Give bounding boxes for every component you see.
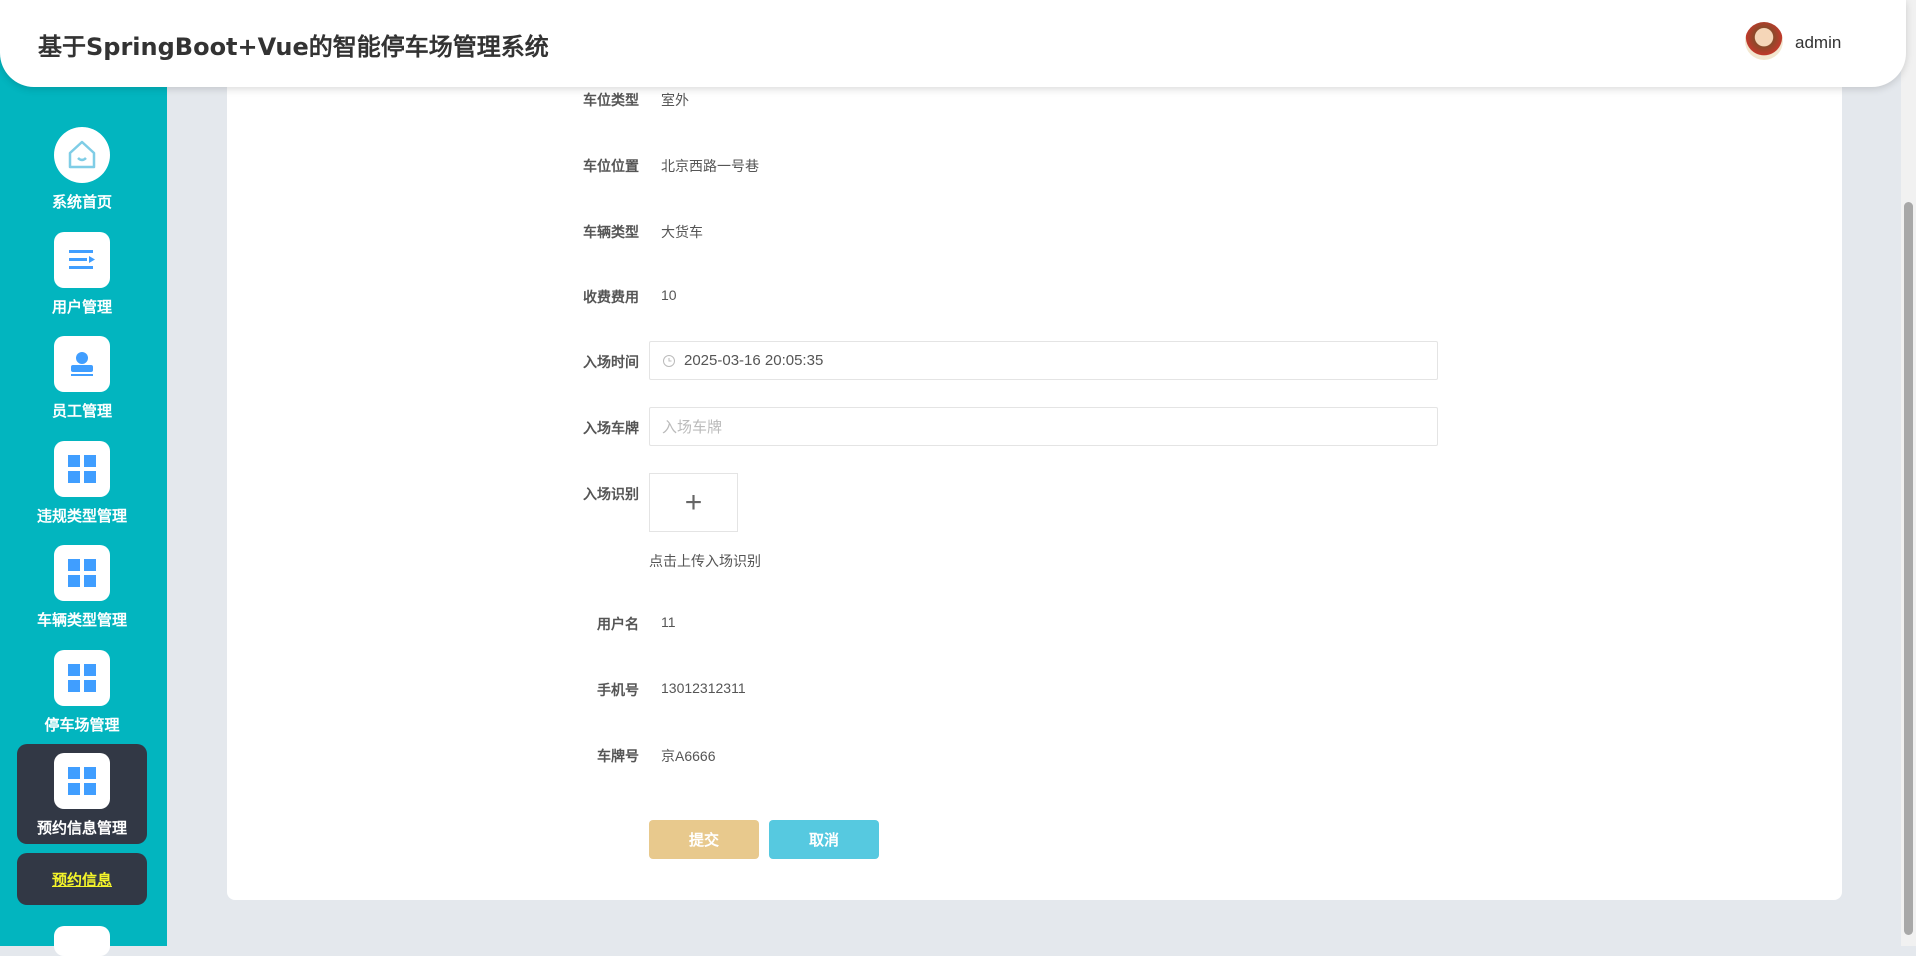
plus-icon: + (684, 485, 703, 519)
home-icon (54, 127, 110, 183)
user-icon (54, 336, 110, 392)
field-value: 室外 (661, 92, 689, 108)
grid-icon (54, 441, 110, 497)
submit-button[interactable]: 提交 (649, 820, 759, 859)
sidebar-item-label: 违规类型管理 (36, 508, 127, 525)
sidebar-item-staff[interactable]: 员工管理 (17, 327, 147, 427)
scrollbar-thumb[interactable] (1904, 202, 1913, 935)
sidebar-item-label: 车辆类型管理 (36, 612, 127, 629)
entry-time-input[interactable]: 2025-03-16 20:05:35 (649, 341, 1438, 380)
field-value: 北京西路一号巷 (661, 158, 759, 174)
cancel-button[interactable]: 取消 (769, 820, 879, 859)
field-label: 入场时间 (583, 354, 639, 370)
sidebar-item-label: 停车场管理 (44, 717, 120, 734)
sidebar-item-parking-lots[interactable]: 停车场管理 (17, 641, 147, 741)
list-icon (54, 232, 110, 288)
sidebar-item-reservations[interactable]: 预约信息管理 (17, 744, 147, 844)
sidebar: 系统首页 用户管理 员工管理 违规类型管理 车辆类型管理 停车场管理 预约信息管… (0, 0, 167, 956)
field-label: 车辆类型 (583, 224, 639, 240)
field-value: 13012312311 (661, 680, 746, 696)
grid-icon (54, 753, 110, 809)
grid-icon (54, 545, 110, 601)
app-title: 基于SpringBoot+Vue的智能停车场管理系统 (38, 33, 549, 61)
sidebar-item-label: 预约信息管理 (36, 820, 127, 837)
field-label: 车牌号 (597, 748, 639, 764)
field-label: 入场识别 (583, 486, 639, 502)
top-header: 基于SpringBoot+Vue的智能停车场管理系统 admin (0, 0, 1906, 87)
upload-button[interactable]: + (649, 473, 738, 532)
submenu-item-reservation-info[interactable]: 预约信息 (17, 853, 147, 905)
sidebar-item-vehicle-types[interactable]: 车辆类型管理 (17, 536, 147, 636)
sidebar-item-violation-types[interactable]: 违规类型管理 (17, 432, 147, 532)
field-label: 车位位置 (583, 158, 639, 174)
form-card: 车位类型 室外 车位位置 北京西路一号巷 车辆类型 大货车 收费费用 10 入场时间 2… (227, 60, 1842, 900)
entry-plate-input[interactable]: 入场车牌 (649, 407, 1438, 446)
field-value: 11 (661, 614, 676, 630)
clock-icon (663, 354, 675, 367)
scrollbar[interactable] (1901, 0, 1916, 946)
sidebar-item-label: 用户管理 (51, 299, 112, 316)
entry-time-value: 2025-03-16 20:05:35 (684, 352, 824, 369)
field-value: 大货车 (661, 224, 703, 240)
field-label: 用户名 (597, 616, 639, 632)
grid-icon (54, 650, 110, 706)
field-label: 入场车牌 (583, 420, 639, 436)
upload-hint: 点击上传入场识别 (649, 553, 761, 569)
field-label: 手机号 (597, 682, 639, 698)
sidebar-item-home[interactable]: 系统首页 (17, 118, 147, 218)
field-value: 京A6666 (661, 748, 716, 764)
field-value: 10 (661, 287, 677, 303)
username[interactable]: admin (1795, 33, 1841, 53)
placeholder: 入场车牌 (662, 419, 723, 436)
field-label: 收费费用 (583, 289, 639, 305)
submenu-label: 预约信息 (51, 871, 112, 889)
sidebar-item-partial[interactable] (54, 926, 110, 956)
sidebar-item-users[interactable]: 用户管理 (17, 223, 147, 323)
field-label: 车位类型 (583, 92, 639, 108)
sidebar-item-label: 员工管理 (51, 403, 112, 420)
sidebar-item-label: 系统首页 (51, 194, 112, 211)
avatar[interactable] (1745, 22, 1783, 60)
